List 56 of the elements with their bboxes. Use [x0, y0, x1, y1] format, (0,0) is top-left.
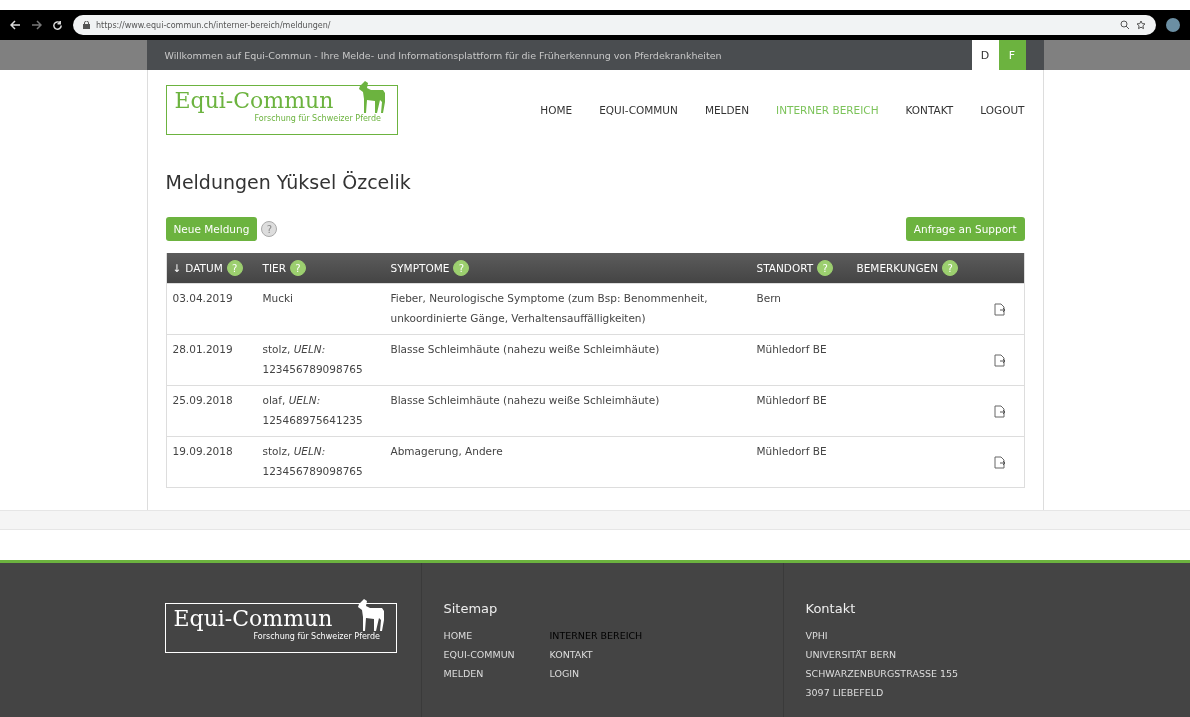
welcome-text: Willkommen auf Equi-Commun - Ihre Melde- und Informationsplattform für die Früherkennung von Pferdekrankheiten [164, 49, 722, 61]
table-cell-text: Blasse Schleimhäute (nahezu weiße Schleimhäute) [389, 342, 661, 357]
table-cell-text: Bern [755, 291, 782, 306]
column-heading[interactable]: TIER [262, 262, 286, 274]
document-icon[interactable] [993, 455, 1006, 469]
table-cell-text: stolz, UELN: 123456789098765 [261, 444, 364, 479]
table-cell-text: Mühledorf BE [755, 393, 828, 408]
address-line: UNIVERSITÄT BERN [805, 649, 898, 660]
table-cell-text: Mucki [261, 291, 294, 306]
column-heading[interactable]: DATUM [185, 262, 223, 274]
column-heading[interactable]: BEMERKUNGEN [856, 262, 939, 274]
table-cell-text: Blasse Schleimhäute (nahezu weiße Schleimhäute) [389, 393, 661, 408]
footer-link[interactable]: HOME [443, 630, 550, 641]
nav-link[interactable]: EQUI-COMMUN [599, 104, 678, 116]
table-cell-text: Abmagerung, Andere [389, 444, 504, 459]
zoom-icon[interactable] [1120, 20, 1130, 30]
footer-heading: Kontakt [805, 601, 857, 616]
profile-avatar[interactable] [1166, 18, 1180, 32]
page-heading: Meldungen Yüksel Özcelik [165, 171, 412, 193]
table-cell-text: Mühledorf BE [755, 444, 828, 459]
reload-icon[interactable] [52, 19, 63, 31]
table-cell-text: Mühledorf BE [755, 342, 828, 357]
address-bar[interactable]: https://www.equi-commun.ch/interner-bereich/meldungen/ [73, 15, 1156, 35]
footer-link[interactable]: LOGIN [549, 668, 783, 679]
column-heading[interactable]: STANDORT [756, 262, 814, 274]
footer-link[interactable]: EQUI-COMMUN [443, 649, 550, 660]
table-cell-text: stolz, UELN: 123456789098765 [261, 342, 364, 377]
nav-link[interactable]: LOGOUT [980, 104, 1025, 116]
forward-icon[interactable] [31, 20, 42, 30]
sort-arrow[interactable]: ↓ [172, 262, 182, 274]
address-line: SCHWARZENBURGSTRASSE 155 [805, 668, 960, 679]
table-cell-text: 25.09.2018 [171, 393, 234, 408]
nav-link[interactable]: MELDEN [704, 104, 750, 116]
address-line: 3097 LIEBEFELD [805, 687, 885, 698]
star-icon[interactable] [1136, 20, 1146, 30]
footer-heading: Sitemap [443, 601, 499, 616]
table-cell-text: Fieber, Neurologische Symptome (zum Bsp: Benommenheit, unkoordinierte Gänge, Verhaltensauffälligkeiten) [389, 291, 709, 326]
document-icon[interactable] [993, 353, 1006, 367]
document-icon[interactable] [993, 302, 1006, 316]
table-cell-text: 19.09.2018 [171, 444, 234, 459]
address-line: VPHI [805, 630, 829, 641]
url-text: https://www.equi-commun.ch/interner-bereich/meldungen/ [96, 20, 331, 30]
column-heading[interactable]: SYMPTOME [390, 262, 450, 274]
lock-icon [83, 21, 90, 29]
nav-link[interactable]: KONTAKT [905, 104, 954, 116]
table-cell-text: olaf, UELN: 125468975641235 [261, 393, 364, 428]
horse-icon [355, 598, 386, 632]
horse-icon [356, 80, 387, 114]
footer-link[interactable]: KONTAKT [549, 649, 783, 660]
back-icon[interactable] [10, 20, 21, 30]
language-button[interactable]: D [971, 40, 999, 70]
document-icon[interactable] [993, 404, 1006, 418]
table-cell-text: 03.04.2019 [171, 291, 234, 306]
footer-link[interactable]: MELDEN [443, 668, 550, 679]
nav-link[interactable]: HOME [540, 104, 573, 116]
table-cell-text: 28.01.2019 [171, 342, 234, 357]
